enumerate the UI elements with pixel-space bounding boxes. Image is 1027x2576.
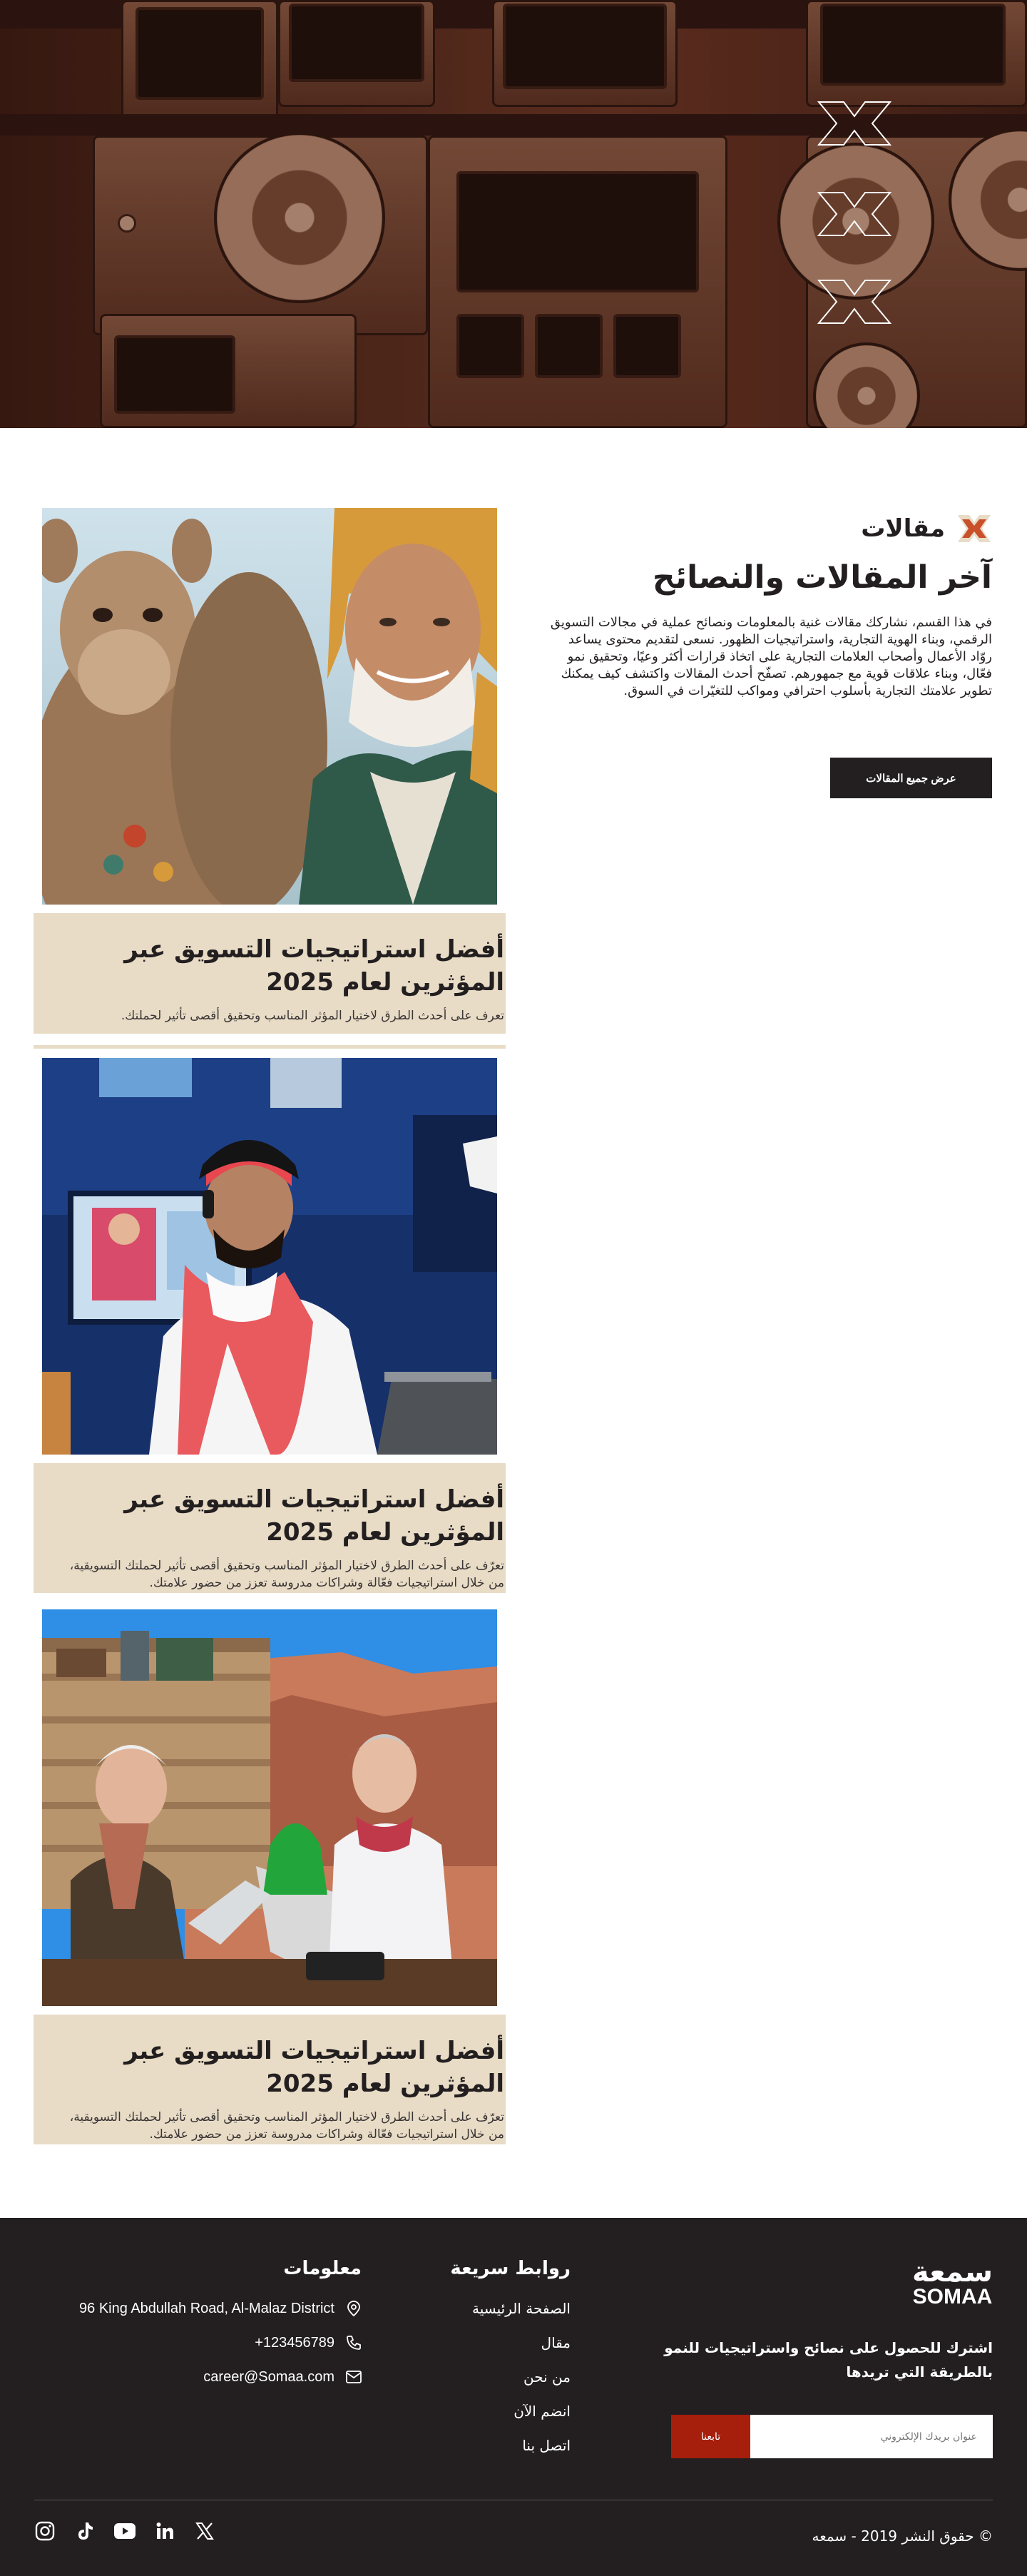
- email-text[interactable]: career@Somaa.com: [203, 2360, 334, 2394]
- article-image-couple-camping: [42, 1609, 497, 2006]
- logo-arabic: سمعة: [912, 2256, 993, 2289]
- footer-link-article[interactable]: مقال: [472, 2326, 571, 2360]
- info-title: معلومات: [283, 2258, 362, 2279]
- info-phone: +123456789: [79, 2326, 362, 2360]
- brand-mark-icon: [817, 280, 892, 324]
- site-footer: سمعة SOMAA اشترك للحصول على نصائح واسترا…: [0, 2218, 1027, 2576]
- articles-intro: مقالات آخر المقالات والنصائح في هذا القس…: [550, 514, 992, 798]
- section-mark-icon: [958, 515, 991, 542]
- section-description: في هذا القسم، نشاركك مقالات غنية بالمعلو…: [550, 614, 992, 698]
- article-title[interactable]: أفضل استراتيجيات التسويق عبر المؤثرين لع…: [51, 2035, 504, 2100]
- article-card-body: أفضل استراتيجيات التسويق عبر المؤثرين لع…: [34, 1463, 506, 1593]
- info-email: career@Somaa.com: [79, 2360, 362, 2394]
- footer-link-about[interactable]: من نحن: [472, 2360, 571, 2394]
- quick-links-list: الصفحة الرئيسية مقال من نحن انضم الآن ات…: [472, 2291, 571, 2463]
- article-card-body: أفضل استراتيجيات التسويق عبر المؤثرين لع…: [34, 2015, 506, 2144]
- x-icon[interactable]: [194, 2520, 215, 2542]
- section-label: مقالات: [861, 514, 945, 543]
- newsletter-email-input[interactable]: [750, 2415, 993, 2458]
- article-card[interactable]: أفضل استراتيجيات التسويق عبر المؤثرين لع…: [34, 508, 506, 1049]
- newsletter-text: اشترك للحصول على نصائح واستراتيجيات للنم…: [664, 2339, 993, 2381]
- article-image-man-laptop: [42, 1058, 497, 1455]
- newsletter-subscribe-button[interactable]: تابعنا: [671, 2415, 750, 2458]
- article-image-camel-elder: [42, 508, 497, 905]
- article-title[interactable]: أفضل استراتيجيات التسويق عبر المؤثرين لع…: [51, 1483, 504, 1549]
- info-address: 96 King Abdullah Road, Al-Malaz District: [79, 2291, 362, 2326]
- newsletter-form: تابعنا: [671, 2415, 993, 2458]
- linkedin-icon[interactable]: [154, 2520, 175, 2542]
- brand-mark-icon: [817, 192, 892, 236]
- article-excerpt: تعرف على أحدث الطرق لاختيار المؤثر المنا…: [121, 1009, 504, 1023]
- brand-mark-icon: [817, 101, 892, 146]
- mail-icon: [346, 2369, 362, 2385]
- social-links: [34, 2520, 215, 2542]
- article-excerpt: تعرّف على أحدث الطرق لاختيار المؤثر المن…: [69, 2110, 504, 2142]
- instagram-icon[interactable]: [34, 2520, 56, 2542]
- hero-banner: [0, 0, 1027, 428]
- article-excerpt: تعرّف على أحدث الطرق لاختيار المؤثر المن…: [69, 1559, 504, 1590]
- youtube-icon[interactable]: [114, 2520, 136, 2542]
- phone-icon: [346, 2335, 362, 2351]
- article-card-body: أفضل استراتيجيات التسويق عبر المؤثرين لع…: [34, 913, 506, 1034]
- article-card[interactable]: أفضل استراتيجيات التسويق عبر المؤثرين لع…: [34, 1609, 506, 2152]
- article-card[interactable]: أفضل استراتيجيات التسويق عبر المؤثرين لع…: [34, 1058, 506, 1593]
- article-title[interactable]: أفضل استراتيجيات التسويق عبر المؤثرين لع…: [51, 933, 504, 999]
- logo-english: SOMAA: [912, 2285, 993, 2308]
- section-title: آخر المقالات والنصائح: [652, 559, 992, 596]
- footer-link-contact[interactable]: اتصل بنا: [472, 2428, 571, 2463]
- view-all-articles-button[interactable]: عرض جميع المقالات: [830, 758, 992, 798]
- footer-link-join[interactable]: انضم الآن: [472, 2394, 571, 2428]
- copyright-text: © حقوق النشر 2019 - سمعه: [812, 2527, 993, 2545]
- quick-links-title: روابط سريعة: [450, 2258, 571, 2279]
- footer-logo[interactable]: سمعة SOMAA: [912, 2258, 993, 2308]
- location-pin-icon: [346, 2301, 362, 2316]
- address-text: 96 King Abdullah Road, Al-Malaz District: [79, 2301, 334, 2316]
- phone-text[interactable]: +123456789: [255, 2326, 334, 2360]
- tiktok-icon[interactable]: [74, 2520, 96, 2542]
- info-list: 96 King Abdullah Road, Al-Malaz District…: [79, 2291, 362, 2394]
- footer-link-home[interactable]: الصفحة الرئيسية: [472, 2291, 571, 2326]
